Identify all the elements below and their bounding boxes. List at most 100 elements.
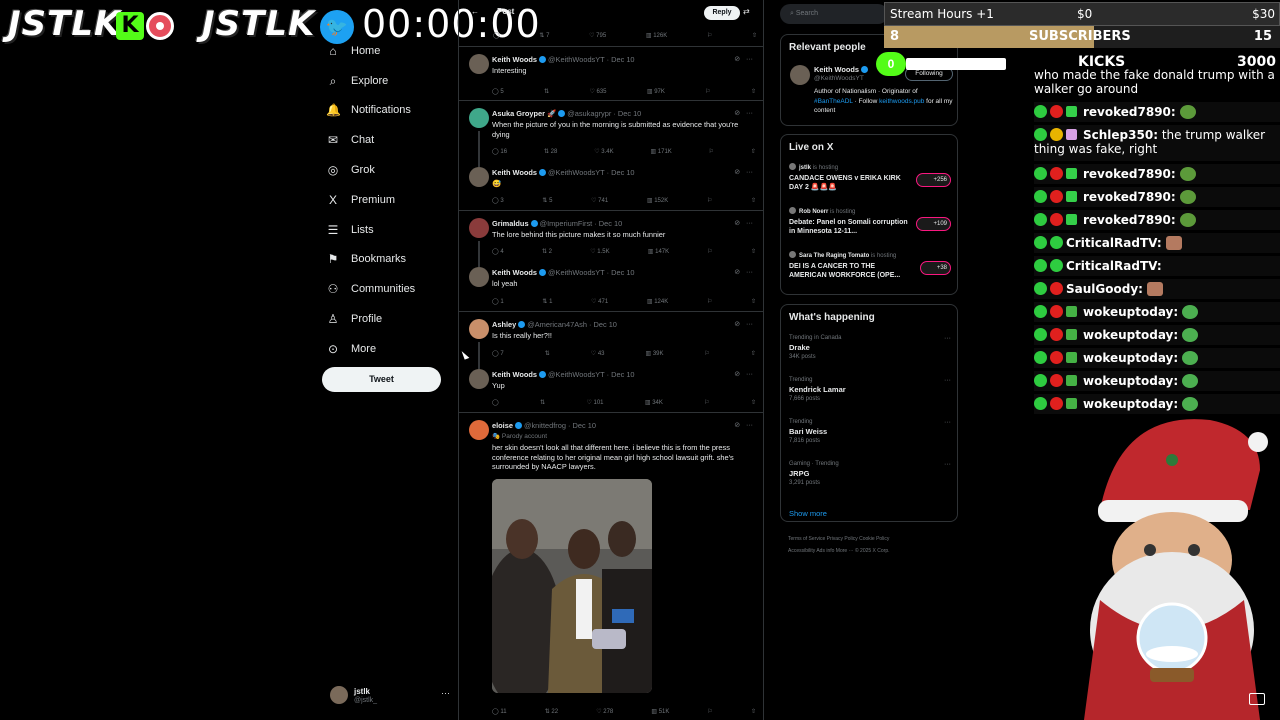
more-dots-icon[interactable]: ··· — [441, 688, 450, 698]
website-link[interactable]: keithwoods.pub — [879, 98, 924, 105]
show-more-link[interactable]: Show more — [789, 509, 827, 518]
avatar[interactable] — [469, 167, 489, 187]
like-icon[interactable]: ♡ 43 — [591, 350, 605, 357]
bookmark-icon[interactable]: ⚐ — [705, 350, 710, 357]
reply-icon[interactable]: ◯ 11 — [492, 708, 507, 715]
share-icon[interactable]: ⇧ — [751, 708, 756, 715]
sidebar-item-bookmarks[interactable]: ⚑ Bookmarks — [326, 245, 456, 275]
reply-icon[interactable]: ◯ 7 — [492, 350, 504, 357]
like-icon[interactable]: ♡ 741 — [591, 197, 608, 204]
avatar[interactable] — [469, 369, 489, 389]
account-switcher[interactable]: jstlk @jstlk_ ··· — [330, 684, 450, 712]
chat-username[interactable]: Schlep350: — [1083, 128, 1158, 142]
retweet-icon[interactable]: ⇅ 7 — [539, 32, 549, 39]
more-dots-icon[interactable]: ··· — [746, 422, 753, 429]
chat-username[interactable]: CriticalRadTV: — [1066, 236, 1162, 250]
avatar[interactable] — [469, 420, 489, 440]
share-icon[interactable]: ⇧ — [751, 88, 756, 95]
bookmark-icon[interactable]: ⚐ — [704, 399, 709, 406]
more-dots-icon[interactable]: ··· — [944, 335, 951, 342]
retweet-icon[interactable]: ⇅ 2 — [542, 248, 552, 255]
live-space-item[interactable]: Sara The Raging Tomato is hosting DEI IS … — [789, 251, 951, 280]
share-icon[interactable]: ⇧ — [751, 197, 756, 204]
more-dots-icon[interactable]: ··· — [746, 56, 753, 63]
avatar[interactable] — [469, 108, 489, 128]
retweet-icon[interactable]: ⇅ — [544, 88, 549, 95]
share-icon[interactable]: ⇧ — [751, 298, 756, 305]
more-dots-icon[interactable]: ··· — [746, 220, 753, 227]
tweet[interactable]: Ashley @American47Ash · Dec 10 ⊘ ··· Is thi… — [459, 311, 763, 369]
sidebar-item-home[interactable]: ⌂ Home — [326, 36, 456, 66]
views-icon[interactable]: ▥ 126K — [646, 32, 667, 39]
chat-username[interactable]: CriticalRadTV: — [1066, 259, 1162, 273]
views-icon[interactable]: ▥ 97K — [647, 88, 665, 95]
chat-username[interactable]: SaulGoody: — [1066, 282, 1143, 296]
live-space-item[interactable]: jstlk is hosting CANDACE OWENS v ERIKA KI… — [789, 163, 951, 192]
chat-username[interactable]: wokeuptoday: — [1083, 305, 1178, 319]
like-icon[interactable]: ♡ 1.5K — [590, 248, 609, 255]
bookmark-icon[interactable]: ⚐ — [707, 248, 712, 255]
avatar[interactable] — [469, 267, 489, 287]
more-dots-icon[interactable]: ··· — [746, 110, 753, 117]
tweet-menu[interactable]: ⊘ ··· — [734, 219, 753, 227]
back-arrow-icon[interactable]: ← — [471, 7, 479, 16]
tweet[interactable]: Keith Woods @KeithWoodsYT · Dec 10 ⊘ ··· Yu… — [459, 362, 763, 412]
share-icon[interactable]: ⇧ — [751, 350, 756, 357]
grok-icon[interactable]: ⊘ — [734, 220, 740, 227]
tweet-menu[interactable]: ⊘ ··· — [734, 320, 753, 328]
live-space-item[interactable]: Rob Noerr is hosting Debate: Panel on Som… — [789, 207, 951, 236]
tweet-menu[interactable]: ⊘ ··· — [734, 421, 753, 429]
chat-username[interactable]: revoked7890: — [1083, 213, 1176, 227]
tweet-menu[interactable]: ⊘ ··· — [734, 168, 753, 176]
views-icon[interactable]: ▥ 171K — [650, 148, 671, 155]
more-dots-icon[interactable]: ··· — [944, 461, 951, 468]
grok-icon[interactable]: ⊘ — [734, 269, 740, 276]
views-icon[interactable]: ▥ 34K — [645, 399, 663, 406]
tweet[interactable]: Keith Woods @KeithWoodsYT · Dec 10 ⊘ ··· lo… — [459, 260, 763, 311]
grok-icon[interactable]: ⊘ — [734, 169, 740, 176]
like-icon[interactable]: ♡ 278 — [596, 708, 613, 715]
chat-username[interactable]: wokeuptoday: — [1083, 328, 1178, 342]
chat-username[interactable]: wokeuptoday: — [1083, 374, 1178, 388]
author-name[interactable]: Ashley — [492, 320, 516, 329]
sidebar-item-chat[interactable]: ✉ Chat — [326, 125, 456, 155]
author-name[interactable]: Keith Woods — [492, 168, 537, 177]
like-icon[interactable]: ♡ 635 — [589, 88, 606, 95]
bookmark-icon[interactable]: ⚐ — [707, 197, 712, 204]
author-name[interactable]: Grimaldus — [492, 219, 529, 228]
tweet[interactable]: eloise @knittedfrog · Dec 10 ⊘ ··· 🎭 Parody… — [459, 412, 763, 720]
author-name[interactable]: Asuka Groyper 🚀 — [492, 109, 556, 118]
sidebar-item-profile[interactable]: ♙ Profile — [326, 304, 456, 334]
views-icon[interactable]: ▥ 152K — [647, 197, 668, 204]
avatar[interactable] — [469, 319, 489, 339]
tweet[interactable]: Keith Woods @KeithWoodsYT · Dec 10 ⊘ ··· 😅 ◯… — [459, 160, 763, 210]
reply-icon[interactable]: ◯ 16 — [492, 148, 507, 155]
views-icon[interactable]: ▥ 51K — [651, 708, 669, 715]
retweet-icon[interactable]: ⇅ 28 — [544, 148, 557, 155]
reply-icon[interactable]: ◯ — [492, 399, 499, 406]
search-input[interactable]: ⌕ Search — [780, 4, 888, 24]
bookmark-icon[interactable]: ⚐ — [709, 148, 714, 155]
views-icon[interactable]: ▥ 147K — [648, 248, 669, 255]
bookmark-icon[interactable]: ⚐ — [707, 32, 712, 39]
sidebar-item-premium[interactable]: X Premium — [326, 185, 456, 215]
reply-icon[interactable]: ◯ — [493, 32, 500, 39]
tweet[interactable]: Asuka Groyper 🚀 @asukagrypr · Dec 10 ⊘ ···… — [459, 100, 763, 167]
sidebar-item-notifications[interactable]: 🔔 Notifications — [326, 96, 456, 126]
reply-icon[interactable]: ◯ 3 — [492, 197, 504, 204]
more-dots-icon[interactable]: ··· — [746, 169, 753, 176]
trend-item[interactable]: Gaming · Trending JRPG 3,291 posts ··· — [789, 461, 951, 486]
like-icon[interactable]: ♡ 101 — [586, 399, 603, 406]
more-dots-icon[interactable]: ··· — [746, 321, 753, 328]
bookmark-icon[interactable]: ⚐ — [707, 298, 712, 305]
tweet-menu[interactable]: ⊘ ··· — [734, 55, 753, 63]
grok-icon[interactable]: ⊘ — [734, 110, 740, 117]
chat-username[interactable]: revoked7890: — [1083, 167, 1176, 181]
author-name[interactable]: Keith Woods — [492, 55, 537, 64]
grok-icon[interactable]: ⊘ — [734, 371, 740, 378]
chat-username[interactable]: revoked7890: — [1083, 105, 1176, 119]
share-icon[interactable]: ⇧ — [751, 399, 756, 406]
retweet-icon[interactable]: ⇅ 1 — [542, 298, 552, 305]
grok-icon[interactable]: ⊘ — [734, 422, 740, 429]
footer-line[interactable]: Terms of Service Privacy Policy Cookie P… — [788, 533, 958, 545]
